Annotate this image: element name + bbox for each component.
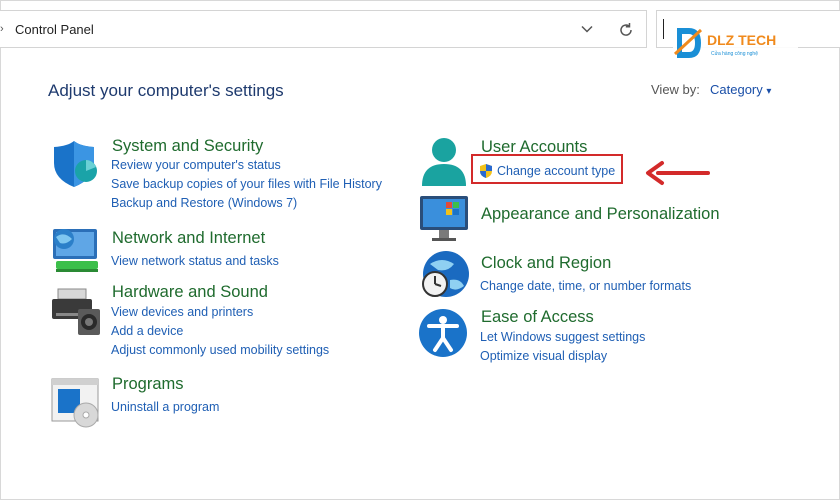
view-by-dropdown[interactable]: Category ▾ <box>710 82 771 97</box>
category-system-security: System and Security Review your computer… <box>50 137 410 217</box>
logo-tagline-text: Cửa hàng công nghệ <box>711 50 758 57</box>
shield-icon[interactable] <box>50 139 102 191</box>
printer-speaker-icon[interactable] <box>50 285 102 337</box>
link-date-time-formats[interactable]: Change date, time, or number formats <box>480 279 691 293</box>
category-clock: Clock and Region Change date, time, or n… <box>420 250 740 304</box>
page-title: Adjust your computer's settings <box>48 81 284 100</box>
monitor-icon[interactable] <box>420 194 472 246</box>
category-title-hardware[interactable]: Hardware and Sound <box>112 283 268 302</box>
chevron-down-icon[interactable] <box>579 21 595 37</box>
link-review-status[interactable]: Review your computer's status <box>111 158 281 172</box>
network-globe-icon[interactable] <box>50 225 102 277</box>
user-account-icon[interactable] <box>420 136 472 188</box>
uac-shield-icon <box>480 164 492 178</box>
category-title-clock[interactable]: Clock and Region <box>481 254 611 273</box>
logo-brand-text: DLZ TECH <box>707 32 776 48</box>
category-title-network[interactable]: Network and Internet <box>112 229 265 248</box>
link-uninstall-program[interactable]: Uninstall a program <box>111 400 219 414</box>
view-by-value: Category <box>710 82 763 97</box>
address-bar[interactable]: › Control Panel <box>0 10 647 48</box>
link-file-history[interactable]: Save backup copies of your files with Fi… <box>111 177 382 191</box>
link-devices-printers[interactable]: View devices and printers <box>111 305 253 319</box>
breadcrumb-control-panel[interactable]: Control Panel <box>15 22 94 37</box>
link-add-device[interactable]: Add a device <box>111 324 183 338</box>
text-caret <box>663 19 664 39</box>
link-optimize-display[interactable]: Optimize visual display <box>480 349 607 363</box>
link-windows-suggest[interactable]: Let Windows suggest settings <box>480 330 645 344</box>
link-backup-restore[interactable]: Backup and Restore (Windows 7) <box>111 196 297 210</box>
category-hardware: Hardware and Sound View devices and prin… <box>50 283 390 363</box>
link-mobility-settings[interactable]: Adjust commonly used mobility settings <box>111 343 329 357</box>
caret-down-icon: ▾ <box>766 86 772 97</box>
refresh-icon[interactable] <box>617 21 635 39</box>
dlz-tech-logo: DLZ TECH Cửa hàng công nghệ <box>673 24 798 62</box>
programs-icon[interactable] <box>50 377 102 429</box>
category-network: Network and Internet View network status… <box>50 229 390 279</box>
category-programs: Programs Uninstall a program <box>50 375 350 428</box>
category-title-ease[interactable]: Ease of Access <box>481 308 594 327</box>
view-by-label: View by: <box>651 82 700 97</box>
category-title-programs[interactable]: Programs <box>112 375 184 394</box>
clock-globe-icon[interactable] <box>420 250 472 302</box>
accessibility-icon[interactable] <box>418 308 470 360</box>
breadcrumb-chevron-icon[interactable]: › <box>0 23 4 35</box>
category-title-system-security[interactable]: System and Security <box>112 137 263 156</box>
link-network-status[interactable]: View network status and tasks <box>111 254 279 268</box>
annotation-arrow-icon <box>646 161 710 185</box>
category-ease: Ease of Access Let Windows suggest setti… <box>418 308 738 368</box>
category-appearance: Appearance and Personalization <box>420 196 740 242</box>
category-title-appearance[interactable]: Appearance and Personalization <box>481 205 720 224</box>
